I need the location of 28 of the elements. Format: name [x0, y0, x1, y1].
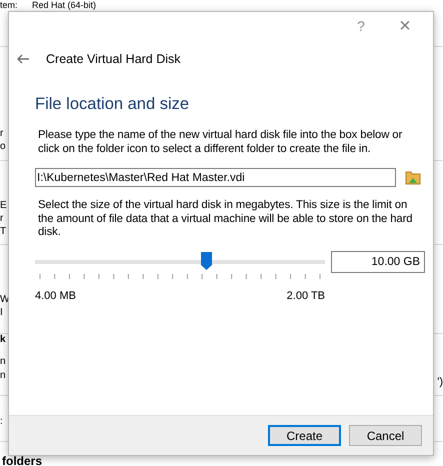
section-heading: folders	[2, 453, 42, 466]
text-fragment: I	[0, 307, 3, 319]
section-heading: File location and size	[35, 94, 190, 114]
close-button[interactable]: ×	[395, 16, 415, 36]
file-path-field[interactable]: I:\Kubernetes\Master\Red Hat Master.vdi	[35, 168, 396, 187]
dialog-title: Create Virtual Hard Disk	[46, 50, 181, 68]
text-fragment: r	[0, 128, 4, 140]
size-field[interactable]: 10.00 GB	[331, 250, 425, 272]
max-label: 2.00 TB	[286, 288, 325, 304]
text-fragment: E	[0, 200, 7, 212]
dialog-button[interactable]: Create	[268, 425, 341, 446]
text-fragment: o	[0, 141, 6, 153]
min-label: 4.00 MB	[35, 288, 76, 304]
text-fragment: r	[0, 213, 4, 225]
back-arrow-icon[interactable]	[16, 54, 30, 64]
text-fragment: k	[0, 334, 6, 346]
field-value: Red Hat (64-bit)	[32, 0, 96, 10]
text-fragment: ')	[437, 375, 443, 390]
text-fragment: n	[0, 356, 6, 368]
instruction-text: Please type the name of the new virtual hard disk file into the box below or click on the folder icon to select a different folder to create the file in.	[37, 129, 404, 156]
text-fragment: :	[0, 416, 3, 428]
dialog-button[interactable]: Cancel	[349, 425, 422, 446]
folder-icon[interactable]	[405, 170, 421, 185]
text-fragment: n	[0, 370, 6, 382]
slider-thumb[interactable]	[201, 252, 212, 270]
text-fragment: T	[0, 226, 6, 238]
instruction-text: Select the size of the virtual hard disk in megabytes. This size is the limit on the amount of file data that a virtual machine will be able to store on the hard disk.	[37, 199, 414, 240]
field-label: tem:	[0, 0, 18, 10]
